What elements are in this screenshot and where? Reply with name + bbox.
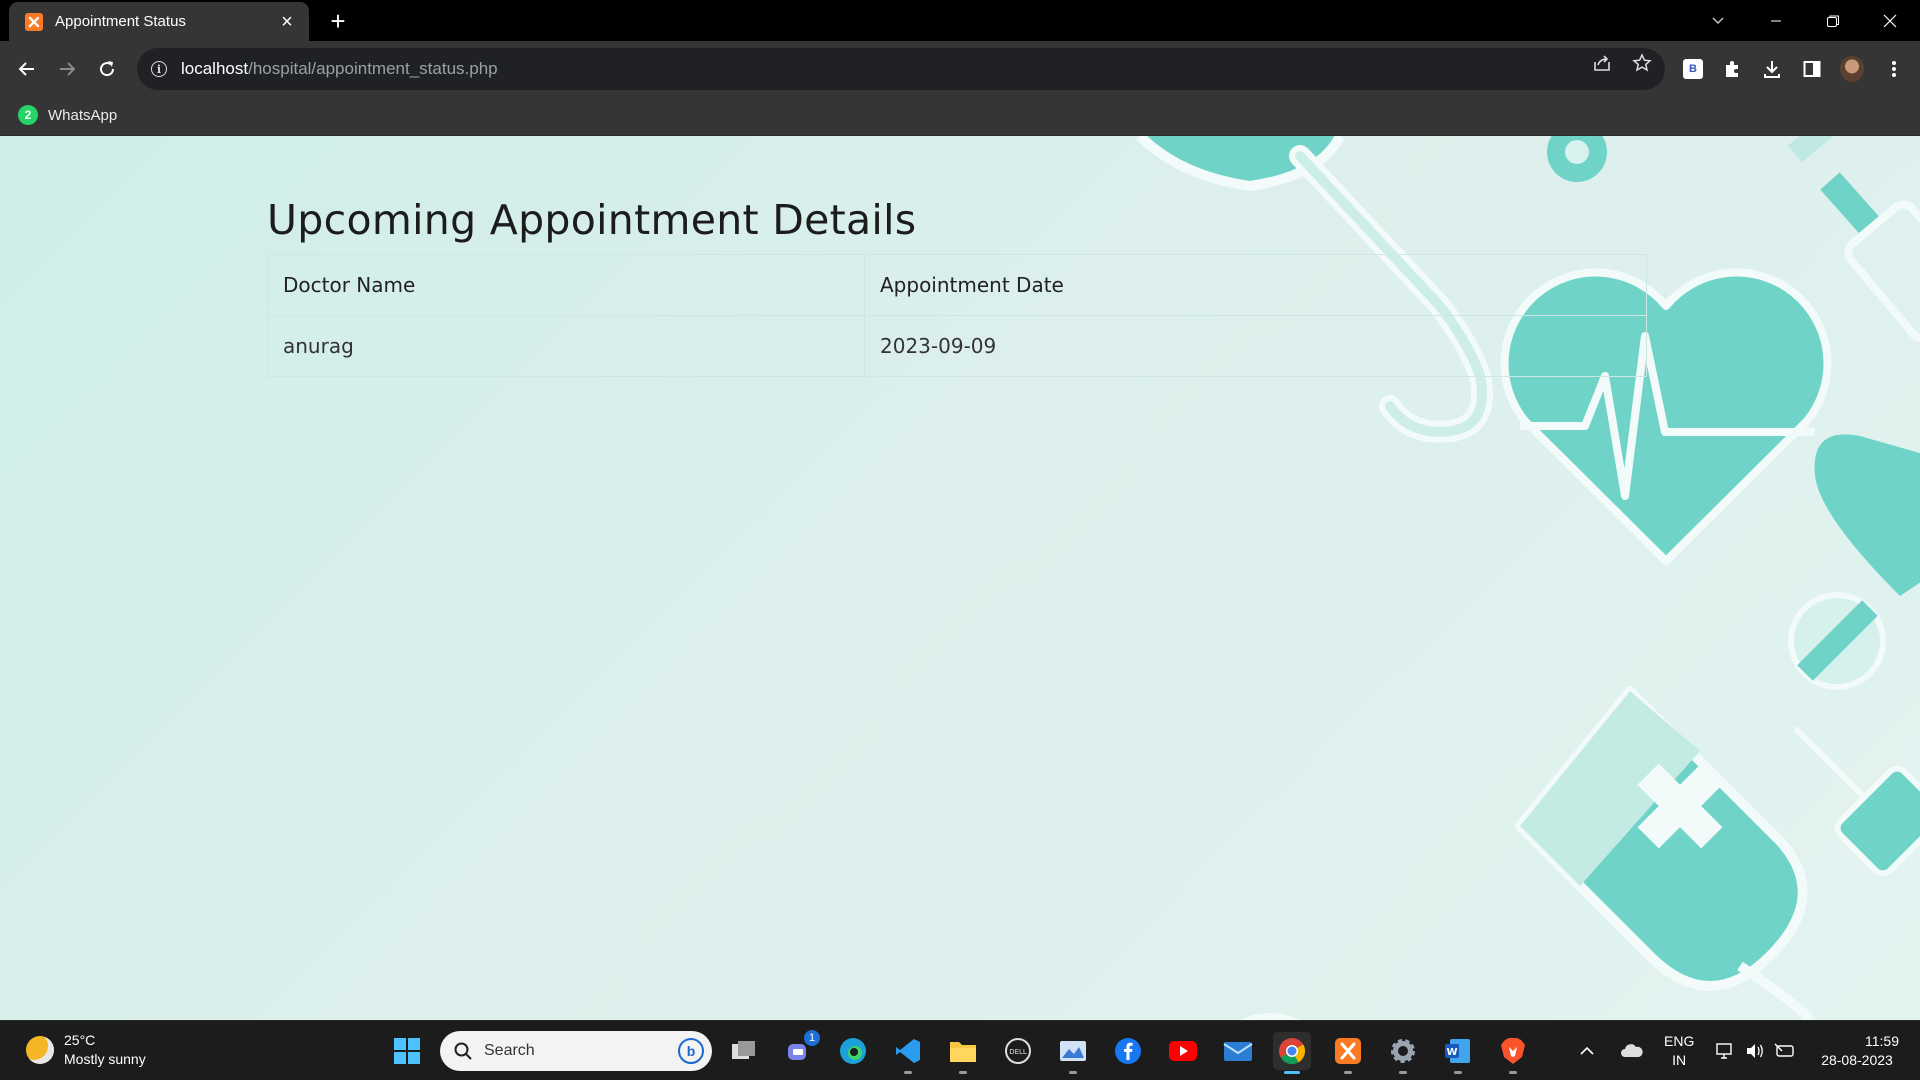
menu-kebab-icon[interactable] [1882, 57, 1906, 81]
brave-icon[interactable] [1494, 1032, 1532, 1074]
search-icon [454, 1042, 472, 1060]
weather-sun-icon [26, 1036, 54, 1064]
bing-icon: b [678, 1038, 704, 1064]
table-header-row: Doctor Name Appointment Date [267, 254, 1647, 316]
side-panel-icon[interactable] [1800, 57, 1824, 81]
weather-temp: 25°C [64, 1032, 96, 1048]
task-view-icon[interactable] [725, 1032, 763, 1070]
mail-icon[interactable] [1219, 1032, 1257, 1070]
share-icon[interactable] [1592, 53, 1612, 73]
main-content: Upcoming Appointment Details Doctor Name… [267, 196, 1647, 377]
cell-doctor-name: anurag [267, 315, 865, 377]
tab-appointment-status[interactable]: Appointment Status × [9, 2, 309, 41]
svg-text:DELL: DELL [1009, 1048, 1027, 1056]
back-button[interactable] [10, 52, 44, 86]
tablet-pill-decoration [1788, 592, 1886, 690]
chrome-icon[interactable] [1273, 1032, 1311, 1074]
chat-badge: 1 [804, 1030, 820, 1046]
page-viewport: Upcoming Appointment Details Doctor Name… [0, 136, 1920, 1020]
volume-icon[interactable] [1745, 1021, 1765, 1080]
column-header-appointment-date: Appointment Date [864, 254, 1647, 316]
bookmark-whatsapp[interactable]: 2 WhatsApp [18, 105, 117, 125]
tab-title: Appointment Status [55, 13, 186, 30]
new-tab-button[interactable]: + [324, 7, 352, 35]
vscode-icon[interactable] [889, 1032, 927, 1074]
facebook-icon[interactable] [1109, 1032, 1147, 1070]
language-indicator[interactable]: ENG IN [1664, 1021, 1694, 1080]
syringe-bottom-decoration [1792, 725, 1920, 877]
tab-search-icon[interactable] [1690, 0, 1746, 41]
download-icon[interactable] [1760, 57, 1784, 81]
file-explorer-icon[interactable] [944, 1032, 982, 1074]
clock-date: 28-08-2023 [1821, 1052, 1893, 1068]
weather-widget[interactable]: 25°C Mostly sunny [26, 1031, 146, 1069]
forward-button[interactable] [50, 52, 84, 86]
address-bar[interactable]: i localhost /hospital/appointment_status… [137, 48, 1665, 90]
photos-icon[interactable] [1054, 1032, 1092, 1074]
start-button[interactable] [388, 1032, 426, 1070]
tab-strip: Appointment Status × + [0, 0, 1920, 41]
browser-toolbar: i localhost /hospital/appointment_status… [0, 41, 1920, 97]
language-line1: ENG [1664, 1033, 1695, 1049]
whatsapp-icon: 2 [18, 105, 38, 125]
weather-desc: Mostly sunny [64, 1051, 146, 1067]
profile-avatar[interactable] [1840, 56, 1864, 82]
language-line2: IN [1672, 1052, 1687, 1068]
settings-gear-icon[interactable] [1384, 1032, 1422, 1074]
page-title: Upcoming Appointment Details [267, 196, 917, 244]
clock-time: 11:59 [1865, 1033, 1899, 1049]
windows-taskbar: 25°C Mostly sunny Search b 1 DELL W ENG … [0, 1020, 1920, 1080]
youtube-icon[interactable] [1164, 1032, 1202, 1070]
pill-decoration [1814, 434, 1920, 596]
close-window-button[interactable] [1862, 0, 1918, 41]
battery-icon[interactable] [1774, 1021, 1796, 1080]
tray-overflow-icon[interactable] [1580, 1021, 1594, 1080]
bookmark-label: WhatsApp [48, 106, 118, 124]
xampp-icon[interactable] [1329, 1032, 1367, 1074]
dell-icon[interactable]: DELL [999, 1032, 1037, 1070]
taskbar-search[interactable]: Search b [440, 1031, 712, 1071]
column-header-doctor-name: Doctor Name [267, 254, 865, 316]
cell-appointment-date: 2023-09-09 [864, 315, 1647, 377]
word-icon[interactable]: W [1439, 1032, 1477, 1074]
onedrive-cloud-icon[interactable] [1620, 1021, 1644, 1080]
restore-button[interactable] [1805, 0, 1861, 41]
url-host: localhost [181, 59, 249, 78]
tab-close-icon[interactable]: × [277, 12, 297, 32]
svg-text:W: W [1446, 1047, 1457, 1058]
reload-button[interactable] [90, 52, 124, 86]
clock[interactable]: 11:59 28-08-2023 [1815, 1021, 1899, 1080]
site-info-icon[interactable]: i [151, 61, 167, 77]
appointments-table: Doctor Name Appointment Date anurag 2023… [267, 254, 1647, 377]
extensions-puzzle-icon[interactable] [1720, 57, 1744, 81]
url-path: /hospital/appointment_status.php [248, 59, 498, 78]
xampp-favicon-icon [25, 12, 43, 31]
blood-bag-decoration [1515, 686, 1815, 1020]
table-row: anurag 2023-09-09 [267, 315, 1647, 377]
extension-b-icon[interactable]: B [1681, 57, 1705, 81]
bookmarks-bar: 2 WhatsApp [0, 97, 1920, 136]
edge-icon[interactable] [834, 1032, 872, 1070]
network-icon[interactable] [1716, 1021, 1736, 1080]
bookmark-star-icon[interactable] [1632, 53, 1652, 73]
search-label: Search [484, 1042, 535, 1059]
minimize-button[interactable] [1748, 0, 1804, 41]
teams-chat-icon[interactable]: 1 [780, 1030, 820, 1070]
